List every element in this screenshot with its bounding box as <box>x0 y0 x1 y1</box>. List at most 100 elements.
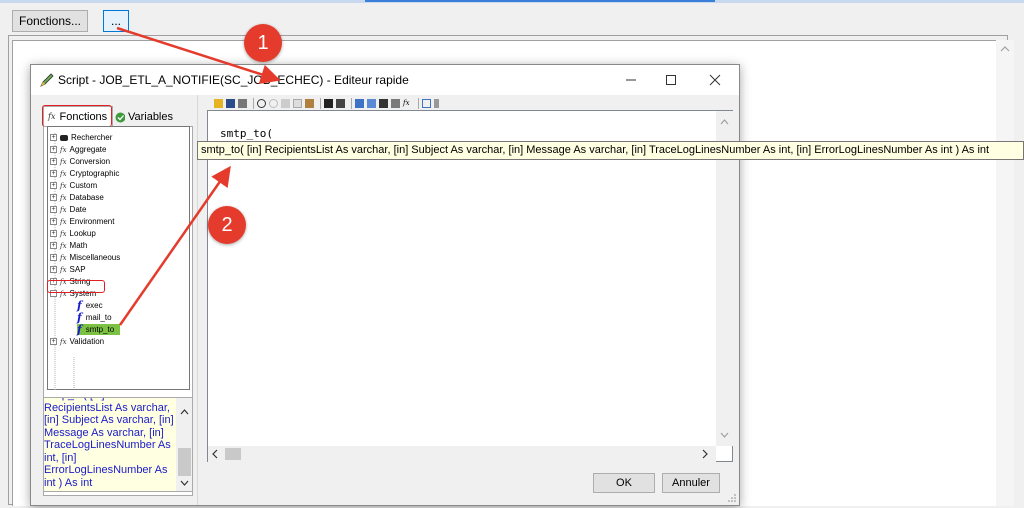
tree-item[interactable]: + fx Date <box>50 204 86 215</box>
tree-item-label: Lookup <box>69 229 96 238</box>
tree-item[interactable]: + fx Miscellaneous <box>50 252 120 263</box>
editor-hscroll-arrows-icon <box>212 448 708 460</box>
title-bar: Script - JOB_ETL_A_NOTIFIE(SC_JOB_ECHEC)… <box>31 65 739 95</box>
variables-icon <box>115 112 125 122</box>
editor-vscrollbar[interactable] <box>716 111 733 446</box>
function-icon: f <box>77 323 82 336</box>
tree-item-label: Custom <box>69 181 98 190</box>
background-scrollbar[interactable] <box>996 40 1014 506</box>
redo-icon[interactable] <box>269 98 278 108</box>
tree-item[interactable]: + fx Cryptographic <box>50 168 119 179</box>
expand-icon[interactable]: + <box>50 242 57 249</box>
description-scrollbar[interactable] <box>176 398 192 491</box>
close-button[interactable] <box>695 65 735 95</box>
expand-icon[interactable]: + <box>50 230 57 237</box>
annotation-badge-2: 2 <box>208 206 246 244</box>
tree-item[interactable]: + fx SAP <box>50 264 86 275</box>
tree-item[interactable]: + fx Custom <box>50 180 97 191</box>
highlight-fonctions-tab <box>42 105 112 127</box>
expand-icon[interactable]: + <box>50 218 57 225</box>
undo-icon[interactable] <box>257 98 266 108</box>
find-icon[interactable] <box>324 98 333 108</box>
validate-icon[interactable] <box>355 98 364 108</box>
tree-item[interactable]: + fx Database <box>50 192 104 203</box>
close-icon <box>709 74 721 86</box>
ok-button[interactable]: OK <box>593 473 655 493</box>
copy-icon[interactable] <box>293 98 302 108</box>
smart-editor-icon[interactable] <box>367 98 376 108</box>
maximize-icon <box>666 75 676 85</box>
expand-icon[interactable]: + <box>50 134 57 141</box>
tree-item[interactable]: f exec <box>77 299 103 312</box>
fx-icon: fx <box>60 253 67 262</box>
tree-item-label: mail_to <box>85 313 112 322</box>
tree-item-label: Miscellaneous <box>69 253 121 262</box>
cut-icon[interactable] <box>281 98 290 108</box>
fx-icon: fx <box>60 145 67 154</box>
maximize-button[interactable] <box>651 65 691 95</box>
tree-item-label: smtp_to <box>85 325 115 334</box>
replace-icon[interactable] <box>336 98 345 108</box>
editor-toolbar: fx <box>214 96 474 110</box>
fx-toolbar-icon[interactable]: fx <box>403 99 412 108</box>
tree-item[interactable]: + fx Math <box>50 240 87 251</box>
expand-icon[interactable]: + <box>50 254 57 261</box>
fonctions-button[interactable]: Fonctions... <box>12 10 88 32</box>
dialog-title: Script - JOB_ETL_A_NOTIFIE(SC_JOB_ECHEC)… <box>58 73 409 87</box>
print-icon[interactable] <box>238 98 247 108</box>
minimize-button[interactable] <box>611 65 651 95</box>
tree-item[interactable]: + fx Conversion <box>50 156 110 167</box>
open-icon[interactable] <box>214 98 223 108</box>
functions-list-icon[interactable] <box>391 98 400 108</box>
resize-grip-icon[interactable] <box>727 493 737 503</box>
expand-icon[interactable]: + <box>50 182 57 189</box>
tree-item-label: Validation <box>69 337 105 346</box>
ellipsis-button[interactable]: ... <box>103 10 129 32</box>
tree-item[interactable]: + Rechercher <box>50 132 112 143</box>
expand-icon[interactable]: + <box>50 170 57 177</box>
tab-variables[interactable]: Variables <box>115 108 173 126</box>
fx-icon: fx <box>60 157 67 166</box>
tree-item-label: Math <box>69 241 88 250</box>
expand-icon[interactable]: + <box>50 146 57 153</box>
description-scroll-arrows-icon <box>178 409 191 486</box>
tree-item-label: Conversion <box>69 157 111 166</box>
fx-icon: fx <box>60 217 67 226</box>
expand-icon[interactable]: + <box>50 266 57 273</box>
highlight-system <box>47 280 105 293</box>
scroll-up-arrow-icon <box>1000 46 1010 52</box>
expand-icon[interactable]: + <box>50 206 57 213</box>
fx-icon: fx <box>60 337 67 346</box>
fx-icon: fx <box>60 241 67 250</box>
description-box: smtp_to( [in] RecipientsList As varchar,… <box>43 397 193 492</box>
comment-icon[interactable] <box>422 98 431 108</box>
expand-icon[interactable]: + <box>50 194 57 201</box>
fx-icon: fx <box>60 181 67 190</box>
tree-item-label: Environment <box>69 217 115 226</box>
expand-icon[interactable]: + <box>50 158 57 165</box>
tree-item[interactable]: f mail_to <box>77 311 112 324</box>
tree-item[interactable]: + fx Aggregate <box>50 144 106 155</box>
indent-icon[interactable] <box>379 98 388 108</box>
tree-item-label: Rechercher <box>71 133 113 142</box>
tab-variables-label: Variables <box>127 111 173 123</box>
expand-icon[interactable]: + <box>50 338 57 345</box>
editor-vscroll-arrows-icon <box>720 119 729 438</box>
script-editor-dialog: Script - JOB_ETL_A_NOTIFIE(SC_JOB_ECHEC)… <box>30 64 740 506</box>
fx-icon: fx <box>60 169 67 178</box>
fx-icon: fx <box>60 205 67 214</box>
editor-hscrollbar[interactable] <box>208 446 716 462</box>
tree-item-label: SAP <box>69 265 86 274</box>
cancel-button[interactable]: Annuler <box>662 473 720 493</box>
tree-item[interactable]: + fx Validation <box>50 336 104 347</box>
top-accent-line <box>365 0 715 2</box>
tree-item[interactable]: f smtp_to <box>77 323 121 336</box>
tree-item-label: exec <box>85 301 103 310</box>
tree-item[interactable]: + fx Lookup <box>50 228 96 239</box>
script-editor[interactable]: smtp_to( <box>207 110 733 462</box>
paste-icon[interactable] <box>305 98 314 108</box>
save-icon[interactable] <box>226 98 235 108</box>
fx-icon: fx <box>60 193 67 202</box>
help-icon[interactable] <box>434 98 439 108</box>
tree-item[interactable]: + fx Environment <box>50 216 114 227</box>
